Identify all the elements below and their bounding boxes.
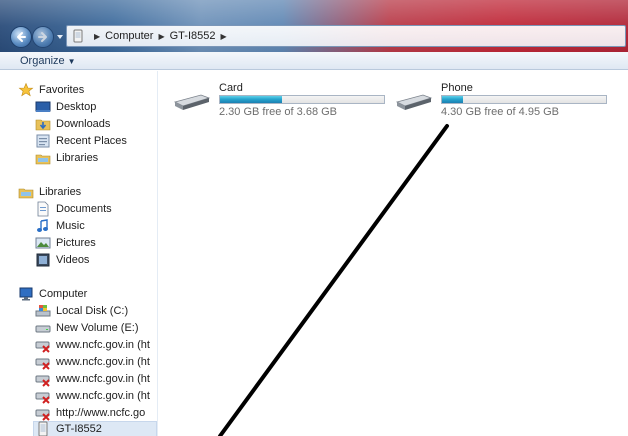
nav-item-network-drive-3[interactable]: www.ncfc.gov.in (ht [35,371,150,387]
music-icon [37,219,48,232]
back-arrow-icon [17,32,26,42]
nav-item-new-volume-e[interactable]: New Volume (E:) [35,320,139,336]
breadcrumb-separator-icon[interactable]: ▶ [94,32,100,41]
device-icon [73,29,83,43]
nav-computer[interactable]: Computer [18,286,87,302]
nav-libraries[interactable]: Libraries [18,184,81,200]
nav-item-label: Desktop [56,101,97,113]
forward-arrow-icon [38,32,47,42]
drive-name: Phone [441,82,473,94]
content-pane[interactable]: Card 2.30 GB free of 3.68 GB Phone 4.30 … [159,71,628,436]
desktop-icon [35,101,51,112]
nav-item-label: New Volume (E:) [56,322,139,334]
portable-device-icon [38,421,48,436]
nav-item-label: Documents [56,203,112,215]
disconnected-network-drive-icon [35,392,50,404]
address-bar[interactable]: ▶ Computer ▶ GT-I8552 ▶ [66,25,626,47]
documents-icon [37,201,49,217]
computer-icon [19,287,33,301]
pictures-icon [35,237,51,249]
drive-free-space: 2.30 GB free of 3.68 GB [219,106,338,118]
drive-usage-fill [220,96,282,103]
nav-item-label: Music [56,220,85,232]
drive-usage-bar [441,95,607,104]
nav-item-label: GT-I8552 [56,423,102,435]
drive-name: Card [219,82,243,94]
breadcrumb-device[interactable]: GT-I8552 [170,30,216,42]
nav-item-videos[interactable]: Videos [35,252,89,268]
system-drive-icon [35,305,51,317]
nav-item-label: Pictures [56,237,96,249]
window-titlebar: ▶ Computer ▶ GT-I8552 ▶ [0,0,628,52]
nav-libraries-label: Libraries [39,186,82,198]
nav-favorites[interactable]: Favorites [18,82,84,98]
breadcrumb-separator-icon[interactable]: ▶ [158,32,164,41]
disconnected-network-drive-icon [35,375,50,387]
nav-item-downloads[interactable]: Downloads [35,116,110,132]
disconnected-network-drive-icon [35,409,50,421]
nav-item-label: Recent Places [56,135,127,147]
drive-usage-fill [442,96,464,103]
nav-item-network-drive-2[interactable]: www.ncfc.gov.in (ht [35,354,150,370]
nav-item-label: www.ncfc.gov.in (ht [56,356,150,368]
nav-item-label: http://www.ncfc.go [56,407,146,419]
nav-item-music[interactable]: Music [35,218,85,234]
breadcrumb-separator-icon[interactable]: ▶ [220,32,226,41]
drive-free-space: 4.30 GB free of 4.95 GB [441,106,560,118]
hard-drive-icon [35,325,51,333]
nav-item-label: www.ncfc.gov.in (ht [56,373,150,385]
nav-item-pictures[interactable]: Pictures [35,235,96,251]
organize-label: Organize [20,55,65,67]
drive-tile-card[interactable]: Card 2.30 GB free of 3.68 GB [173,82,403,122]
nav-item-label: Downloads [56,118,111,130]
disconnected-network-drive-icon [35,341,50,353]
nav-item-documents[interactable]: Documents [35,201,112,217]
chevron-down-icon: ▼ [67,57,76,66]
nav-item-label: www.ncfc.gov.in (ht [56,390,150,402]
command-bar: Organize ▼ [0,52,628,70]
disconnected-network-drive-icon [35,358,50,370]
navigation-pane[interactable]: Favorites Desktop Downloads Recent Place… [0,71,158,436]
nav-item-network-drive-5[interactable]: http://www.ncfc.go [35,405,145,421]
nav-item-gt-i8552[interactable]: GT-I8552 [33,421,157,436]
hard-drive-icon [173,94,211,110]
breadcrumb-computer[interactable]: Computer [105,30,153,42]
back-button[interactable] [10,26,32,48]
nav-item-desktop[interactable]: Desktop [35,99,96,115]
nav-item-label: Local Disk (C:) [56,305,129,317]
drive-tile-phone[interactable]: Phone 4.30 GB free of 4.95 GB [395,82,625,122]
nav-item-network-drive-4[interactable]: www.ncfc.gov.in (ht [35,388,150,404]
hard-drive-icon [395,94,433,110]
drive-usage-bar [219,95,385,104]
nav-favorites-label: Favorites [39,84,85,96]
nav-item-label: Libraries [56,152,99,164]
nav-item-label: Videos [56,254,90,266]
videos-icon [36,253,50,267]
nav-item-recent-places[interactable]: Recent Places [35,133,127,149]
forward-button[interactable] [32,26,54,48]
libraries-icon [35,154,51,165]
nav-item-libraries-fav[interactable]: Libraries [35,150,98,166]
nav-item-network-drive-1[interactable]: www.ncfc.gov.in (ht [35,337,150,353]
star-icon [18,82,34,97]
nav-computer-label: Computer [39,288,88,300]
libraries-icon [18,188,34,199]
nav-item-label: www.ncfc.gov.in (ht [56,339,150,351]
recent-pages-dropdown-icon[interactable] [56,33,64,41]
organize-button[interactable]: Organize ▼ [20,55,76,67]
downloads-folder-icon [35,119,51,131]
nav-item-local-disk-c[interactable]: Local Disk (C:) [35,303,128,319]
recent-places-icon [36,134,50,148]
